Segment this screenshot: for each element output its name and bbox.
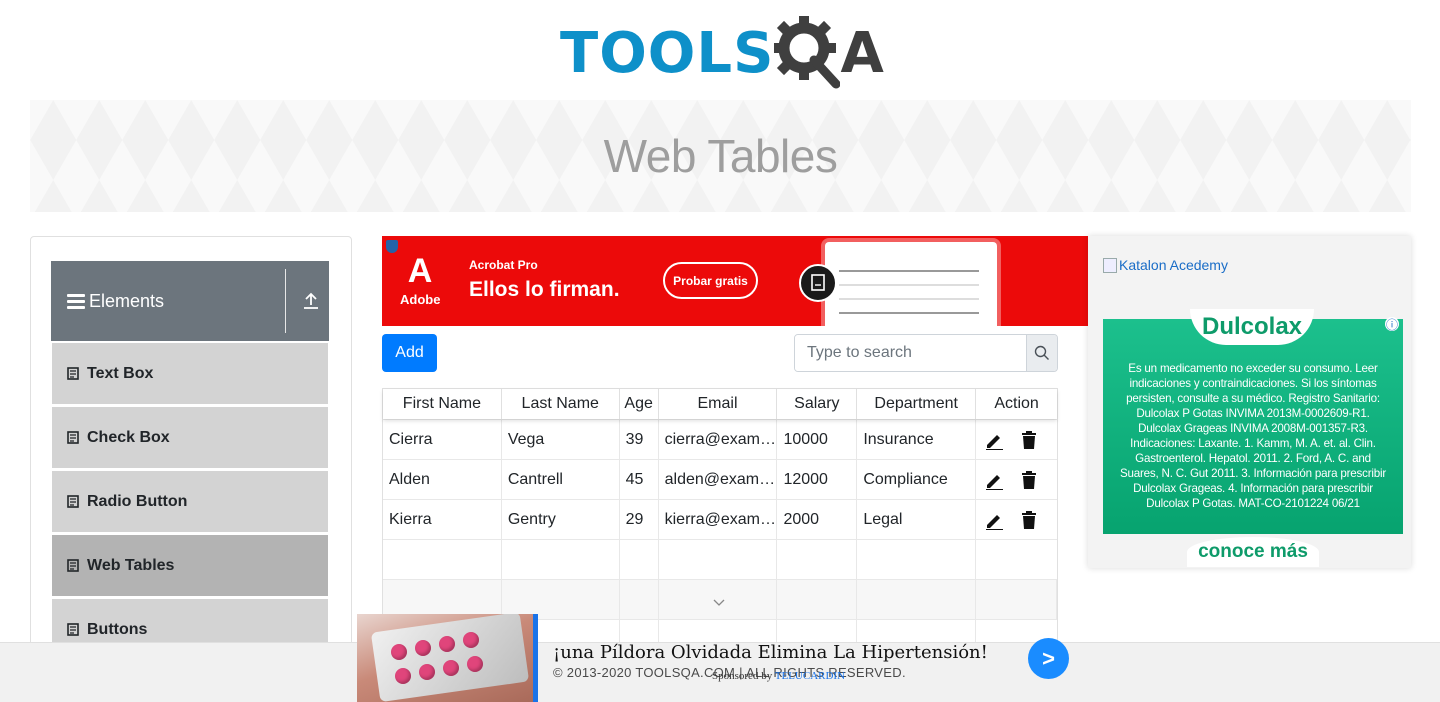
adobe-logo: A Adobe xyxy=(400,252,441,307)
sticky-ad-headline: ¡una Píldora Olvidada Elimina La Hiperte… xyxy=(553,642,988,663)
dulcolax-logo: Dulcolax xyxy=(1190,309,1314,345)
search-box xyxy=(794,334,1058,372)
cell-first-name: Cierra xyxy=(383,420,502,459)
right-ad-panel: Katalon Acedemy Dulcolax ⓘ Es un medicam… xyxy=(1088,236,1411,568)
document-preview-image xyxy=(825,242,997,326)
cell-salary: 10000 xyxy=(777,420,858,459)
cell-age: 45 xyxy=(620,460,659,499)
cell-salary: 2000 xyxy=(777,500,858,539)
cell-actions xyxy=(976,460,1057,499)
column-header-department[interactable]: Department xyxy=(857,389,977,419)
cell-first-name: Kierra xyxy=(383,500,502,539)
ad-product: Acrobat Pro xyxy=(469,258,538,272)
cell-last-name: Cantrell xyxy=(502,460,620,499)
sidebar-item-label: Buttons xyxy=(87,620,148,638)
table-row: Cierra Vega 39 cierra@example.com 10000 … xyxy=(383,419,1057,459)
adobe-ad[interactable]: A Adobe Acrobat Pro Ellos lo firman. Pro… xyxy=(382,236,1088,326)
table-header: First Name Last Name Age Email Salary De… xyxy=(383,389,1057,419)
sidebar: Elements Text Box Check Box Radio Button… xyxy=(30,236,352,702)
table-row: Alden Cantrell 45 alden@example.com 1200… xyxy=(383,459,1057,499)
ad-disclaimer-text: Es un medicamento no exceder su consumo.… xyxy=(1119,362,1387,510)
search-input[interactable] xyxy=(795,335,1026,371)
ad-info-icon[interactable]: ⓘ xyxy=(1385,317,1399,332)
item-icon xyxy=(67,431,79,444)
cell-department: Compliance xyxy=(857,460,977,499)
cell-department: Insurance xyxy=(857,420,977,459)
cell-actions xyxy=(976,500,1057,539)
page-title: Web Tables xyxy=(603,130,838,182)
table-row: Kierra Gentry 29 kierra@example.com 2000… xyxy=(383,499,1057,539)
cell-salary: 12000 xyxy=(777,460,858,499)
sponsor-text: Sponsored by TELUCARDIN xyxy=(712,670,846,682)
chevron-down-icon[interactable] xyxy=(713,596,725,608)
gear-icon xyxy=(774,16,841,89)
page-banner: Web Tables xyxy=(30,100,1411,212)
column-header-action: Action xyxy=(994,395,1039,412)
sidebar-item-label: Text Box xyxy=(87,364,154,382)
add-button[interactable]: Add xyxy=(382,334,437,372)
item-icon xyxy=(67,623,79,636)
column-header-last-name[interactable]: Last Name xyxy=(502,389,620,419)
cell-email: cierra@example.com xyxy=(659,420,778,459)
cell-age: 29 xyxy=(620,500,659,539)
item-icon xyxy=(67,367,79,380)
sidebar-item-text-box[interactable]: Text Box xyxy=(51,342,329,405)
cell-first-name: Alden xyxy=(383,460,502,499)
adchoices-shield-icon[interactable] xyxy=(386,240,398,253)
item-icon xyxy=(67,495,79,508)
ad-cta-button[interactable]: Probar gratis xyxy=(663,262,758,299)
column-header-age[interactable]: Age xyxy=(620,389,659,419)
table-row-empty xyxy=(383,579,1058,619)
sidebar-item-label: Web Tables xyxy=(87,556,175,574)
logo-text-a: A xyxy=(840,20,884,86)
dulcolax-ad[interactable]: Dulcolax ⓘ Es un medicamento no exceder … xyxy=(1103,309,1403,567)
delete-trash-icon[interactable] xyxy=(1020,430,1038,450)
edit-pencil-icon[interactable] xyxy=(984,430,1004,450)
cell-actions xyxy=(976,420,1057,459)
delete-trash-icon[interactable] xyxy=(1020,470,1038,490)
cell-email: alden@example.com xyxy=(659,460,778,499)
sticky-bottom-ad[interactable]: ¡una Píldora Olvidada Elimina La Hiperte… xyxy=(357,614,1069,702)
table-row-empty xyxy=(383,539,1057,579)
cell-department: Legal xyxy=(857,500,977,539)
elements-group-header[interactable]: Elements xyxy=(51,261,329,341)
edit-pencil-icon[interactable] xyxy=(984,510,1004,530)
logo-qa: A xyxy=(774,16,884,90)
column-header-email[interactable]: Email xyxy=(659,389,778,419)
cell-last-name: Vega xyxy=(502,420,620,459)
delete-trash-icon[interactable] xyxy=(1020,510,1038,530)
broken-image-icon xyxy=(1103,257,1117,273)
hamburger-icon xyxy=(67,293,85,309)
group-title: Elements xyxy=(89,290,165,311)
ad-headline: Ellos lo firman. xyxy=(469,278,620,301)
search-icon xyxy=(1034,345,1049,360)
sidebar-item-label: Radio Button xyxy=(87,492,188,510)
sidebar-item-check-box[interactable]: Check Box xyxy=(51,406,329,469)
sidebar-item-radio-button[interactable]: Radio Button xyxy=(51,470,329,533)
cell-email: kierra@example.com xyxy=(659,500,778,539)
pdf-sign-icon xyxy=(799,264,837,302)
sidebar-item-label: Check Box xyxy=(87,428,170,446)
cell-age: 39 xyxy=(620,420,659,459)
column-header-salary[interactable]: Salary xyxy=(777,389,858,419)
collapse-upload-icon[interactable] xyxy=(301,291,321,311)
pill-pack-image xyxy=(357,614,538,702)
item-icon xyxy=(67,559,79,572)
sidebar-item-web-tables[interactable]: Web Tables xyxy=(51,534,329,597)
toolsqa-logo[interactable]: TOOLS A xyxy=(560,14,890,92)
search-button[interactable] xyxy=(1026,335,1057,371)
katalon-ad-link[interactable]: Katalon Acedemy xyxy=(1103,257,1228,273)
logo-text-tools: TOOLS xyxy=(560,20,775,86)
column-header-first-name[interactable]: First Name xyxy=(383,389,502,419)
cell-last-name: Gentry xyxy=(502,500,620,539)
go-arrow-button[interactable]: > xyxy=(1028,638,1069,679)
divider xyxy=(285,269,286,333)
edit-pencil-icon[interactable] xyxy=(984,470,1004,490)
conoce-mas-button[interactable]: conoce más xyxy=(1187,537,1319,567)
